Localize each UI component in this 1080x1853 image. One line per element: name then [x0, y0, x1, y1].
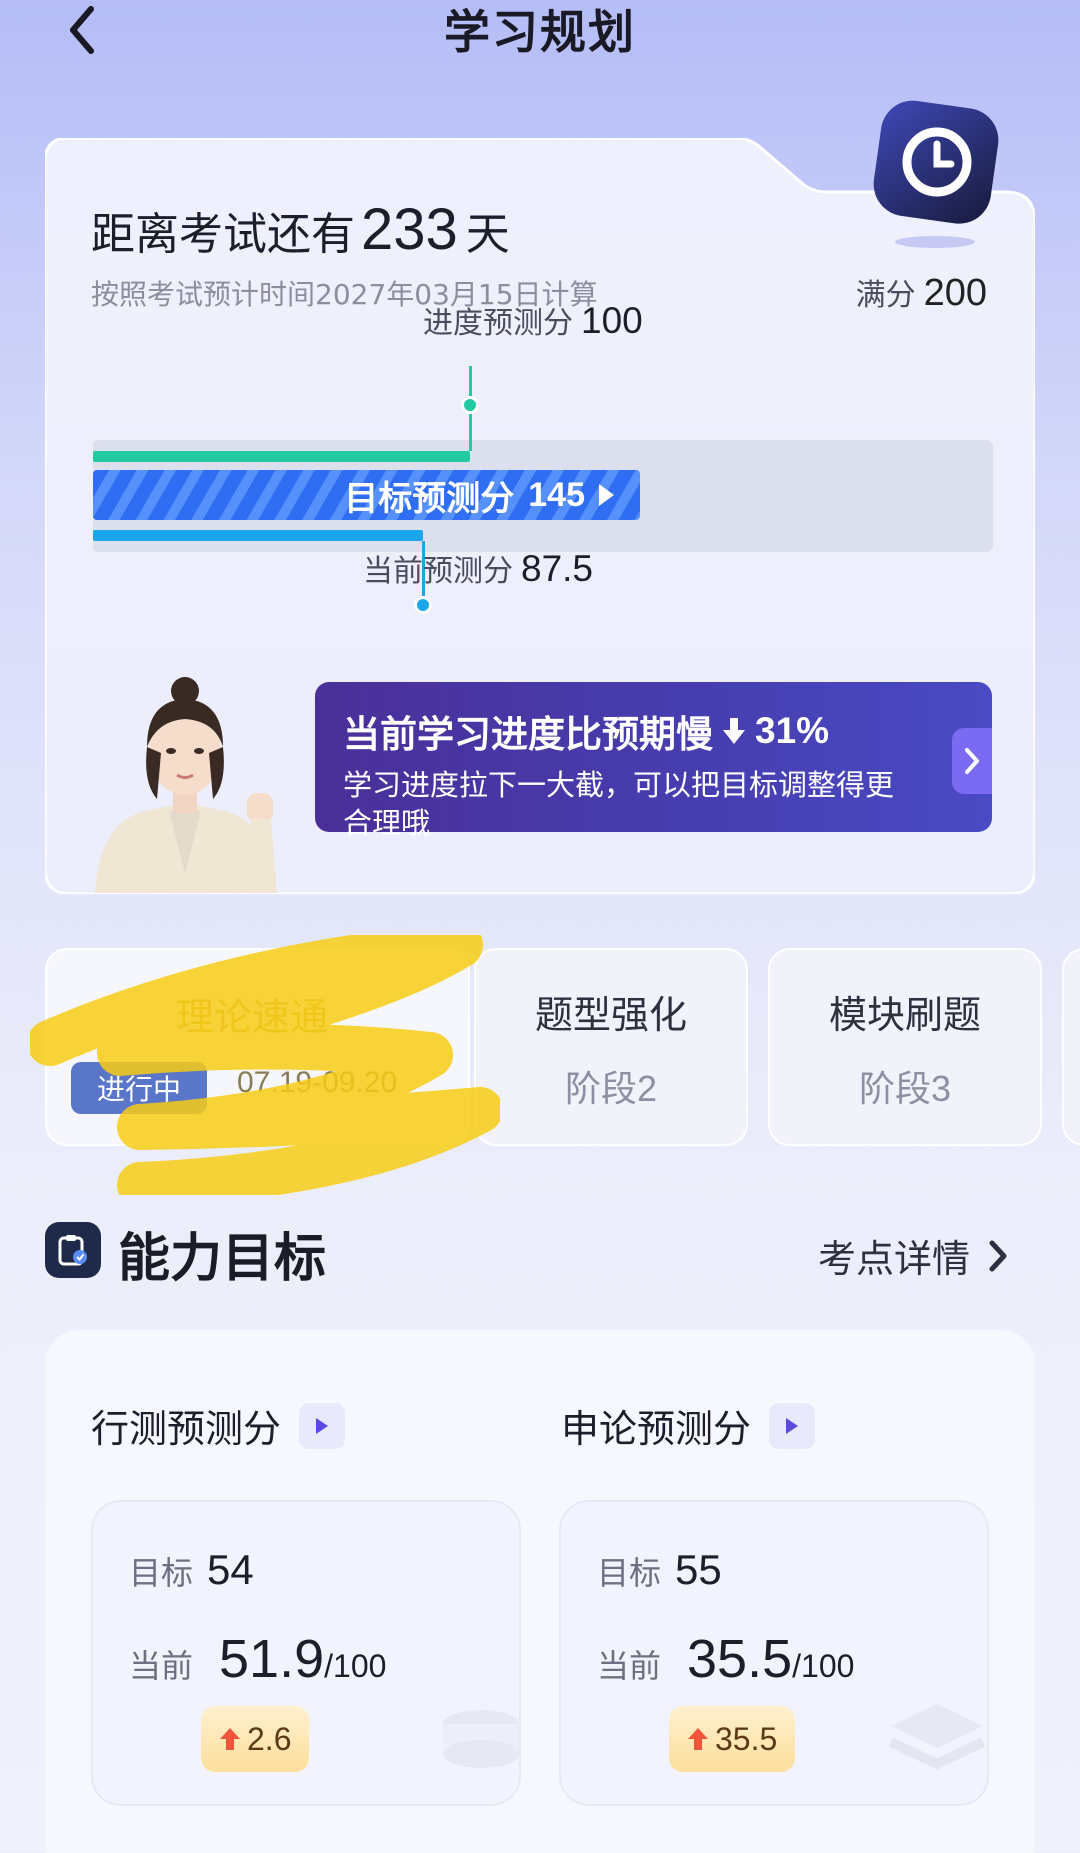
current-label: 当前 [597, 1647, 662, 1685]
countdown-days: 233 [361, 197, 458, 262]
chevron-right-icon [989, 1240, 1007, 1271]
progress-score-text: 进度预测分 [423, 306, 573, 341]
progress-score-bar [93, 451, 470, 462]
target-score-value: 145 [528, 475, 585, 514]
target-row: 目标 55 [597, 1546, 722, 1594]
shenlun-title[interactable]: 申论预测分 [561, 1398, 816, 1453]
page-title: 学习规划 [444, 5, 636, 59]
shenlun-title-text: 申论预测分 [561, 1407, 752, 1451]
score-denominator: /100 [324, 1648, 387, 1684]
arrow-up-icon [688, 1728, 708, 1750]
tutor-avatar [95, 677, 277, 893]
exam-point-details-link[interactable]: 考点详情 [818, 1228, 1008, 1283]
details-link-text: 考点详情 [817, 1237, 970, 1281]
xingce-title-text: 行测预测分 [91, 1407, 282, 1451]
current-score-text: 当前预测分 [363, 554, 513, 589]
target-score-bar[interactable]: 目标预测分 145 [93, 470, 640, 520]
stage-name: 理论速通 [175, 995, 328, 1039]
countdown-prefix: 距离考试还有 [91, 209, 355, 260]
delta-value: 2.6 [247, 1720, 292, 1757]
full-score: 满分 200 [856, 270, 987, 315]
tip-title: 当前学习进度比预期慢 31% [343, 704, 964, 758]
target-row: 目标 54 [129, 1546, 254, 1594]
score-delta-badge: 35.5 [669, 1706, 796, 1772]
tip-body: 学习进度拉下一大截，可以把目标调整得更合理哦 [343, 768, 895, 840]
current-row: 当前 51.9 /100 [129, 1628, 386, 1690]
current-score-label: 当前预测分 87.5 [363, 546, 593, 590]
stage-name: 模块刷题 [828, 993, 981, 1037]
target-score-label: 目标预测分 [344, 478, 515, 519]
tip-arrow-button[interactable] [952, 728, 992, 794]
current-value: 35.5 [687, 1629, 793, 1689]
ability-target-icon [45, 1222, 101, 1278]
stage-tab-1[interactable]: 理论速通 进行中 07.19-09.20 [45, 948, 470, 1146]
current-label: 当前 [129, 1647, 194, 1685]
layers-icon [888, 1704, 986, 1770]
current-score-bar [93, 530, 423, 541]
tip-percent: 31% [755, 710, 830, 751]
plan-card: 距离考试还有 233 天 按照考试预计时间2027年03月15日计算 满分 20… [45, 100, 1035, 894]
xingce-score-box[interactable]: 目标 54 当前 51.9 /100 2.6 [91, 1500, 521, 1806]
countdown-suffix: 天 [465, 209, 510, 260]
full-score-label: 满分 [855, 278, 916, 313]
full-score-value: 200 [923, 272, 987, 314]
stage-tab-3[interactable]: 模块刷题 阶段3 [768, 948, 1042, 1146]
ability-card: 行测预测分 申论预测分 目标 54 当前 51.9 /100 2.6 目标 55… [45, 1330, 1035, 1853]
target-value: 55 [675, 1546, 722, 1593]
coin-stack-icon [443, 1710, 519, 1768]
progress-tip-card[interactable]: 当前学习进度比预期慢 31% 学习进度拉下一大截，可以把目标调整得更合理哦 [315, 682, 992, 840]
delta-value: 35.5 [715, 1720, 778, 1757]
stage-sub: 阶段3 [858, 1068, 952, 1109]
xingce-title[interactable]: 行测预测分 [91, 1398, 346, 1453]
arrow-up-icon [220, 1728, 240, 1750]
tip-title-text: 当前学习进度比预期慢 [343, 713, 713, 756]
section-title: 能力目标 [118, 1229, 327, 1289]
exam-countdown: 距离考试还有 233 天 [91, 196, 510, 263]
current-score-value: 87.5 [521, 548, 594, 589]
play-icon [769, 1402, 816, 1449]
clock-icon [873, 100, 999, 248]
stage-status-badge: 进行中 [71, 1062, 207, 1114]
score-denominator: /100 [792, 1648, 855, 1684]
current-row: 当前 35.5 /100 [597, 1628, 854, 1690]
progress-score-value: 100 [581, 300, 643, 341]
stage-sub: 阶段2 [564, 1068, 658, 1109]
stage-tab-2[interactable]: 题型强化 阶段2 [474, 948, 748, 1146]
stage-date-range: 07.19-09.20 [237, 1066, 398, 1099]
current-dot [414, 596, 432, 614]
chevron-right-icon [965, 748, 979, 774]
stage-name: 题型强化 [534, 993, 687, 1037]
stage-tab-4[interactable] [1062, 948, 1080, 1146]
target-label: 目标 [129, 1554, 194, 1592]
target-label: 目标 [597, 1554, 662, 1592]
arrow-down-icon [723, 718, 745, 744]
target-value: 54 [207, 1546, 254, 1593]
progress-dot [461, 396, 479, 414]
progress-score-label: 进度预测分 100 [423, 298, 643, 342]
score-delta-badge: 2.6 [201, 1706, 310, 1772]
current-value: 51.9 [219, 1629, 325, 1689]
play-icon [299, 1402, 346, 1449]
shenlun-score-box[interactable]: 目标 55 当前 35.5 /100 35.5 [559, 1500, 989, 1806]
play-icon [599, 484, 614, 506]
